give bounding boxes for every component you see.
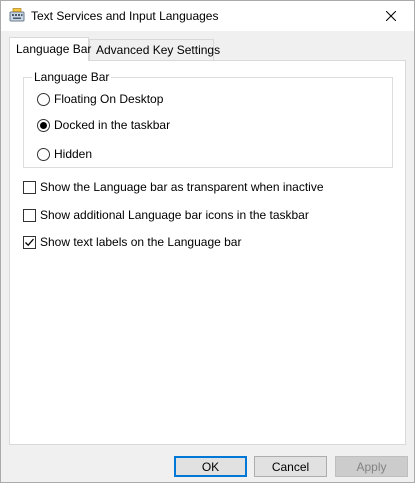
checkmark-icon [25, 238, 34, 246]
checkbox[interactable] [23, 235, 36, 249]
radio-hidden[interactable]: Hidden [37, 146, 92, 162]
language-bar-groupbox: Language Bar Floating On Desktop Docked … [23, 70, 393, 168]
checkbox-show-text-labels[interactable]: Show text labels on the Language bar [23, 234, 241, 250]
radio-label: Hidden [54, 147, 93, 161]
checkbox-label: Show the Language bar as transparent whe… [40, 180, 324, 194]
tab-panel-language-bar: Language Bar Floating On Desktop Docked … [9, 60, 406, 445]
close-button[interactable] [368, 1, 414, 31]
tab-language-bar[interactable]: Language Bar [9, 37, 92, 61]
radio-docked-in-taskbar[interactable]: Docked in the taskbar [37, 117, 170, 133]
tab-label: Advanced Key Settings [96, 43, 221, 57]
cancel-button[interactable]: Cancel [254, 456, 327, 477]
apply-button[interactable]: Apply [335, 456, 408, 477]
dialog-window: Text Services and Input Languages Langua… [0, 0, 415, 483]
window-title: Text Services and Input Languages [31, 9, 219, 23]
checkbox[interactable] [23, 180, 36, 194]
checkbox-label: Show additional Language bar icons in th… [40, 208, 309, 222]
close-icon [386, 11, 396, 21]
radio-label: Floating On Desktop [54, 92, 164, 106]
radio-button[interactable] [37, 147, 50, 161]
radio-button[interactable] [37, 118, 50, 132]
ok-button[interactable]: OK [174, 456, 247, 477]
radio-floating-on-desktop[interactable]: Floating On Desktop [37, 91, 163, 107]
checkbox-label: Show text labels on the Language bar [40, 235, 242, 249]
tab-label: Language Bar [16, 42, 92, 56]
title-bar[interactable]: Text Services and Input Languages [1, 1, 414, 31]
checkbox-transparent-when-inactive[interactable]: Show the Language bar as transparent whe… [23, 179, 324, 195]
groupbox-title: Language Bar [32, 70, 112, 84]
keyboard-icon [9, 7, 25, 23]
checkbox[interactable] [23, 208, 36, 222]
tab-advanced-key-settings[interactable]: Advanced Key Settings [89, 39, 220, 60]
radio-label: Docked in the taskbar [54, 118, 171, 132]
checkbox-additional-icons[interactable]: Show additional Language bar icons in th… [23, 207, 309, 223]
radio-button[interactable] [37, 92, 50, 106]
